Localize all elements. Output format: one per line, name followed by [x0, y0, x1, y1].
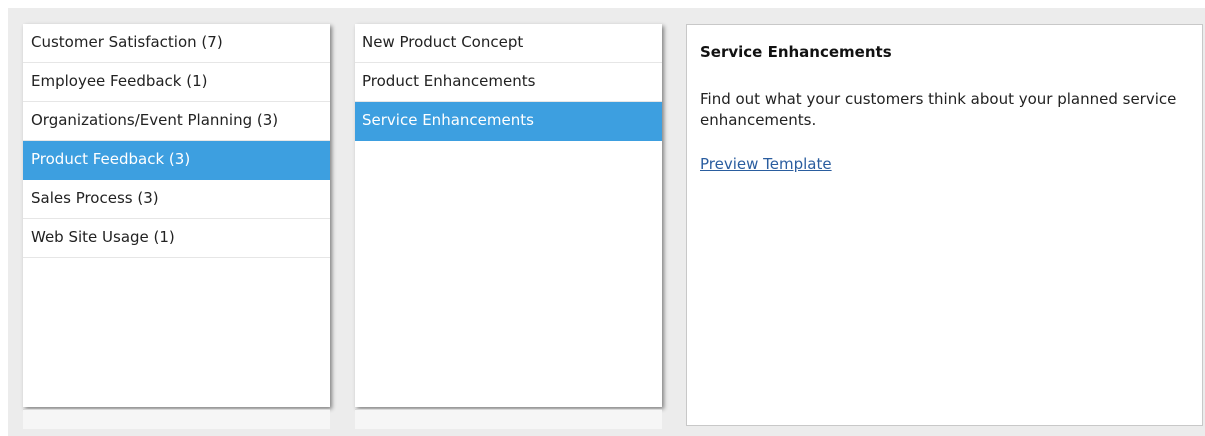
preview-template-link[interactable]: Preview Template	[700, 155, 832, 173]
category-item-sales-process[interactable]: Sales Process (3)	[23, 180, 330, 219]
category-item-product-feedback[interactable]: Product Feedback (3)	[23, 141, 330, 180]
category-item-organizations-event-planning[interactable]: Organizations/Event Planning (3)	[23, 102, 330, 141]
template-list-footer	[355, 409, 662, 429]
template-detail-panel: Service Enhancements Find out what your …	[686, 24, 1203, 426]
category-item-employee-feedback[interactable]: Employee Feedback (1)	[23, 63, 330, 102]
category-item-customer-satisfaction[interactable]: Customer Satisfaction (7)	[23, 24, 330, 63]
template-item-new-product-concept[interactable]: New Product Concept	[355, 24, 662, 63]
template-item-service-enhancements[interactable]: Service Enhancements	[355, 102, 662, 141]
template-list-panel: New Product Concept Product Enhancements…	[355, 24, 662, 407]
category-item-web-site-usage[interactable]: Web Site Usage (1)	[23, 219, 330, 258]
category-list-footer	[23, 409, 330, 429]
template-item-product-enhancements[interactable]: Product Enhancements	[355, 63, 662, 102]
template-list: New Product Concept Product Enhancements…	[355, 24, 662, 141]
template-detail-description: Find out what your customers think about…	[700, 90, 1177, 129]
template-detail-title: Service Enhancements	[700, 43, 892, 61]
category-list-panel: Customer Satisfaction (7) Employee Feedb…	[23, 24, 330, 407]
category-list: Customer Satisfaction (7) Employee Feedb…	[23, 24, 330, 258]
